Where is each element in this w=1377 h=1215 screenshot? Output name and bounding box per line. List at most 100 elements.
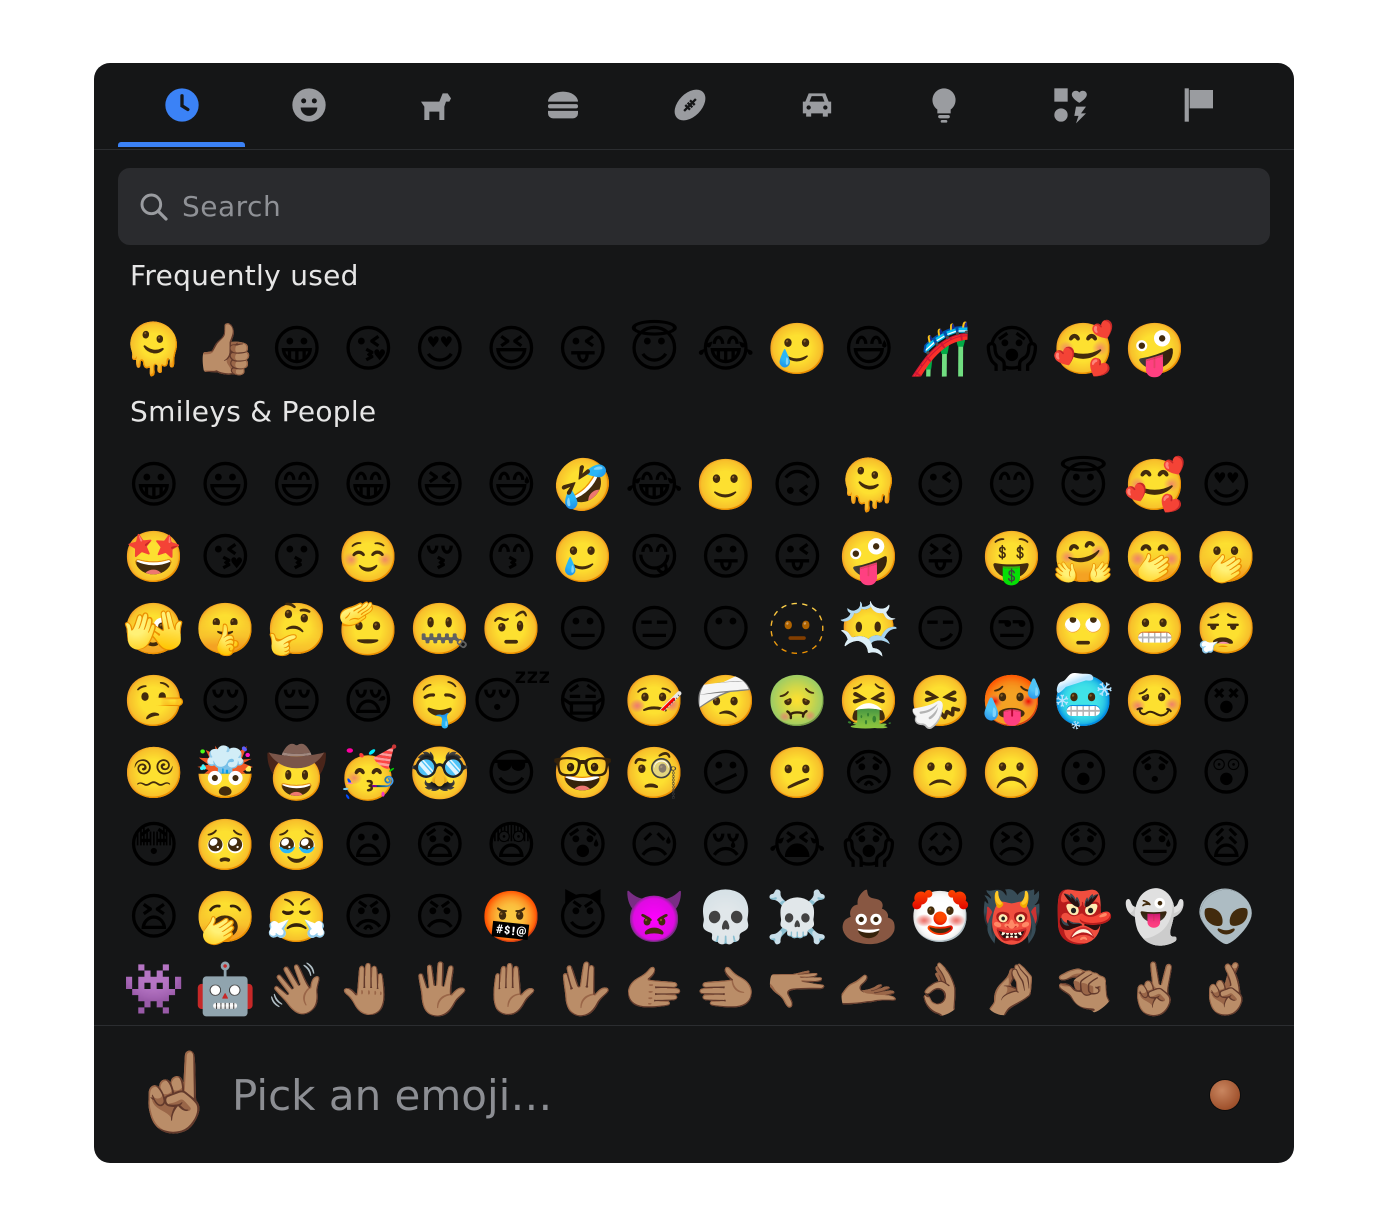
emoji-button[interactable]: 🙁 [905,737,977,809]
search-box[interactable] [118,168,1270,245]
emoji-button[interactable]: 😷 [547,665,619,737]
emoji-button[interactable]: ✋🏽 [476,953,548,1025]
emoji-button[interactable]: 🧐 [619,737,691,809]
emoji-button[interactable]: 😞 [1048,809,1120,881]
emoji-button[interactable]: 🤕 [690,665,762,737]
emoji-button[interactable]: 😜 [547,313,619,385]
emoji-button[interactable]: 🤭 [1119,521,1191,593]
emoji-button[interactable]: 😤 [261,881,333,953]
emoji-button[interactable]: 😆 [404,449,476,521]
emoji-button[interactable]: 🥴 [1119,665,1191,737]
emoji-button[interactable]: 😜 [762,521,834,593]
emoji-button[interactable]: 🤐 [404,593,476,665]
emoji-button[interactable]: 😮‍💨 [1191,593,1263,665]
emoji-button[interactable]: 🫳🏽 [762,953,834,1025]
emoji-button[interactable]: 😉 [905,449,977,521]
emoji-button[interactable]: 😅 [833,313,905,385]
emoji-button[interactable]: 🤩 [118,521,190,593]
emoji-button[interactable]: 😴 [471,665,551,737]
emoji-button[interactable]: 💀 [690,881,762,953]
skin-tone-selector[interactable] [1210,1080,1240,1110]
emoji-button[interactable]: 😭 [762,809,834,881]
emoji-button[interactable]: 😣 [976,809,1048,881]
emoji-button[interactable]: 😆 [476,313,548,385]
emoji-button[interactable]: 🤞🏽 [1191,953,1263,1025]
emoji-button[interactable]: 😵 [1191,665,1263,737]
emoji-button[interactable]: 😫 [118,881,190,953]
emoji-button[interactable]: 😯 [1119,737,1191,809]
emoji-button[interactable]: 😓 [1119,809,1191,881]
emoji-button[interactable]: ✌🏽 [1119,953,1191,1025]
emoji-button[interactable]: 😈 [547,881,619,953]
emoji-button[interactable]: 👻 [1119,881,1191,953]
emoji-button[interactable]: 😵‍💫 [118,737,190,809]
tab-symbols[interactable] [1007,63,1134,147]
emoji-button[interactable]: 😀 [118,449,190,521]
emoji-button[interactable]: 🥹 [261,809,333,881]
emoji-button[interactable]: 🖖🏽 [547,953,619,1025]
emoji-button[interactable]: 😂 [690,313,762,385]
emoji-button[interactable]: 🥲 [547,521,619,593]
emoji-button[interactable]: 🤌🏽 [976,953,1048,1025]
emoji-button[interactable]: 😢 [690,809,762,881]
tab-frequent[interactable] [118,63,245,147]
emoji-button[interactable]: 🫴🏽 [833,953,905,1025]
emoji-button[interactable]: 😐 [547,593,619,665]
emoji-button[interactable]: 😶 [690,593,762,665]
tab-animals[interactable] [372,63,499,147]
emoji-button[interactable]: 😊 [976,449,1048,521]
emoji-button[interactable]: 😝 [905,521,977,593]
emoji-button[interactable]: 😍 [404,313,476,385]
emoji-button[interactable]: 👋🏽 [261,953,333,1025]
emoji-button[interactable]: 😚 [404,521,476,593]
tab-smileys[interactable] [245,63,372,147]
emoji-button[interactable]: 😙 [476,521,548,593]
emoji-button[interactable]: 😳 [118,809,190,881]
emoji-button[interactable]: 🥳 [333,737,405,809]
emoji-button[interactable]: 😠 [404,881,476,953]
emoji-button[interactable]: 🥰 [1119,449,1191,521]
emoji-button[interactable]: ☺️ [333,521,405,593]
search-input[interactable] [180,189,1270,224]
emoji-button[interactable]: 🥱 [190,881,262,953]
emoji-button[interactable]: 🥰 [1048,313,1120,385]
emoji-button[interactable]: 😑 [619,593,691,665]
emoji-button[interactable]: 😩 [1191,809,1263,881]
emoji-button[interactable]: 👌🏽 [905,953,977,1025]
emoji-button[interactable]: 😀 [261,313,333,385]
emoji-button[interactable]: 🫲🏽 [690,953,762,1025]
emoji-button[interactable]: 🤡 [905,881,977,953]
emoji-button[interactable]: 🤑 [976,521,1048,593]
emoji-button[interactable]: 🤗 [1048,521,1120,593]
tab-food[interactable] [499,63,626,147]
emoji-button[interactable]: 🙂 [690,449,762,521]
emoji-button[interactable]: 🤠 [261,737,333,809]
emoji-button[interactable]: 🤨 [476,593,548,665]
emoji-button[interactable]: 😃 [190,449,262,521]
emoji-button[interactable]: 😇 [619,313,691,385]
emoji-button[interactable]: 🫠 [118,313,190,385]
emoji-button[interactable]: 😲 [1191,737,1263,809]
emoji-button[interactable]: 🎢 [905,313,977,385]
emoji-button[interactable]: 🤒 [619,665,691,737]
emoji-button[interactable]: 😱 [833,809,905,881]
emoji-button[interactable]: 😘 [333,313,405,385]
emoji-button[interactable]: 🤓 [547,737,619,809]
emoji-button[interactable]: 🤬 [476,881,548,953]
tab-travel[interactable] [753,63,880,147]
emoji-button[interactable]: 🥶 [1048,665,1120,737]
emoji-button[interactable]: 💩 [833,881,905,953]
emoji-button[interactable]: 😁 [333,449,405,521]
emoji-button[interactable]: 😂 [619,449,691,521]
emoji-button[interactable]: 🤏🏽 [1048,953,1120,1025]
emoji-button[interactable]: 😏 [905,593,977,665]
emoji-button[interactable]: 😕 [690,737,762,809]
emoji-button[interactable]: 🤣 [547,449,619,521]
emoji-button[interactable]: ☠️ [762,881,834,953]
emoji-button[interactable]: 🙃 [762,449,834,521]
emoji-button[interactable]: 🫣 [118,593,190,665]
emoji-button[interactable]: 🫢 [1191,521,1263,593]
emoji-button[interactable]: 😶‍🌫️ [833,593,905,665]
emoji-button[interactable]: 🤧 [905,665,977,737]
emoji-button[interactable]: 🥺 [190,809,262,881]
